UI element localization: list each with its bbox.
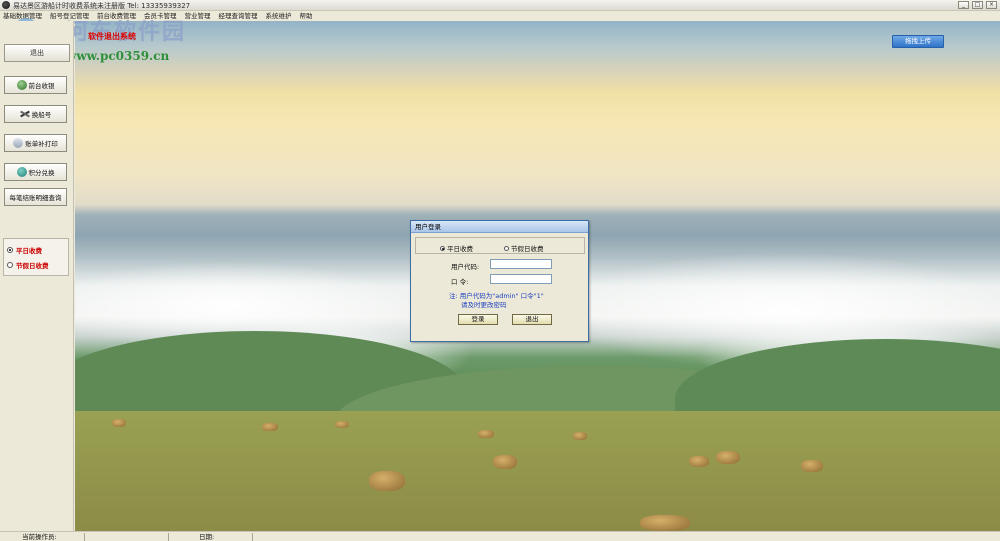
radio-label: 节假日收费 — [511, 245, 544, 253]
password-input[interactable] — [490, 274, 552, 284]
minimize-button[interactable]: _ — [958, 1, 969, 9]
password-label: 口 令: — [451, 278, 469, 286]
watermark-url: www.pc0359.cn — [66, 49, 170, 63]
top-exit-button[interactable]: 退出 — [4, 44, 70, 62]
radio-label: 平日收费 — [447, 245, 473, 253]
drag-upload-button[interactable]: 拖拽上传 — [892, 35, 944, 48]
window-controls: _ □ × — [958, 1, 997, 9]
front-desk-cashier-button[interactable]: 前台收银 — [4, 76, 67, 94]
login-button[interactable]: 登录 — [458, 314, 498, 325]
title-bar: 易达景区游船计时收费系统未注册版 Tel: 13335939327 _ □ × — [0, 0, 1000, 11]
side-button-label: 换船号 — [31, 111, 52, 119]
window-title: 易达景区游船计时收费系统未注册版 Tel: 13335939327 — [13, 2, 191, 10]
user-code-input[interactable] — [490, 259, 552, 269]
points-icon — [16, 167, 27, 177]
side-button-label: 积分兑换 — [28, 169, 55, 177]
maximize-button[interactable]: □ — [972, 1, 983, 9]
points-exchange-button[interactable]: 积分兑换 — [4, 163, 67, 181]
change-boat-number-button[interactable]: 换船号 — [4, 105, 67, 123]
swap-tools-icon — [20, 109, 30, 119]
radio-label: 节假日收费 — [16, 262, 49, 270]
exit-button[interactable]: 退出 — [512, 314, 552, 325]
menu-manager-query[interactable]: 经理查询管理 — [219, 11, 258, 21]
radio-selected-icon — [7, 247, 13, 253]
login-holiday-radio[interactable]: 节假日收费 — [504, 243, 544, 253]
left-sidebar — [0, 21, 74, 531]
money-bag-icon — [16, 80, 27, 90]
login-fee-mode-group: 平日收费 节假日收费 — [415, 237, 585, 254]
weekday-fee-radio[interactable]: 平日收费 — [7, 245, 42, 255]
close-button[interactable]: × — [986, 1, 997, 9]
user-code-label: 用户代码: — [451, 263, 480, 271]
bill-reprint-button[interactable]: 账单补打印 — [4, 134, 67, 152]
menu-system-maintenance[interactable]: 系统维护 — [266, 11, 292, 21]
side-button-label: 前台收银 — [28, 82, 55, 90]
radio-label: 平日收费 — [16, 247, 42, 255]
login-hint: 注: 用户代码为"admin" 口令"1" 请及时更改密码 — [449, 292, 544, 310]
radio-unselected-icon — [504, 245, 509, 251]
menu-help[interactable]: 帮助 — [300, 11, 313, 21]
fee-mode-group: 平日收费 节假日收费 — [3, 238, 69, 276]
radio-selected-icon — [440, 245, 445, 251]
menu-business[interactable]: 营业管理 — [185, 11, 211, 21]
date-label: 日期: — [199, 533, 215, 541]
holiday-fee-radio[interactable]: 节假日收费 — [7, 260, 49, 270]
app-icon — [2, 1, 10, 9]
login-weekday-radio[interactable]: 平日收费 — [440, 243, 473, 253]
side-button-label: 每笔结账明细查询 — [9, 194, 62, 202]
current-operator-label: 当前操作员: — [22, 533, 57, 541]
exit-system-note: 软件退出系统 — [88, 32, 136, 41]
hint-line-2: 请及时更改密码 — [461, 301, 507, 309]
status-bar: 当前操作员: 日期: — [0, 531, 1000, 541]
dialog-title: 用户登录 — [411, 221, 588, 233]
hint-line-1: 注: 用户代码为"admin" 口令"1" — [449, 292, 544, 300]
login-dialog: 用户登录 平日收费 节假日收费 用户代码: 口 令: 注: 用户代码为"admi… — [410, 220, 589, 342]
radio-unselected-icon — [7, 262, 13, 268]
side-button-label: 账单补打印 — [25, 140, 58, 148]
printer-icon — [13, 138, 24, 148]
checkout-detail-query-button[interactable]: 每笔结账明细查询 — [4, 188, 67, 206]
